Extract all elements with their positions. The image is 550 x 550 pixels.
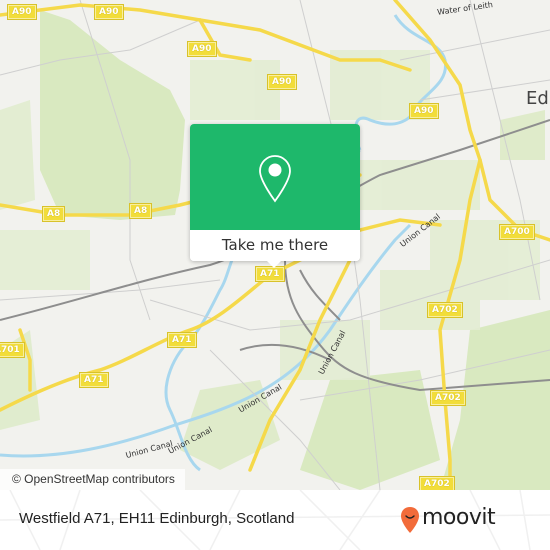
moovit-pin-icon <box>401 507 419 533</box>
road-label-a90: A90 <box>267 74 297 90</box>
footer: Westfield A71, EH11 Edinburgh, Scotland … <box>0 490 550 550</box>
corstorphine-hill-park <box>40 10 185 220</box>
location-popup: Take me there <box>190 124 360 268</box>
popup-tail <box>266 260 282 268</box>
map-pin-icon <box>259 155 291 203</box>
moovit-logo[interactable]: moovit <box>400 504 550 540</box>
popup-header <box>190 124 360 230</box>
place-label-edinburgh: Edi <box>526 88 550 109</box>
road-label-a90: A90 <box>7 4 37 20</box>
address-text: Westfield A71, EH11 Edinburgh, Scotland <box>19 510 295 527</box>
road-label-a702: A702 <box>419 476 455 490</box>
road-label-a702: A702 <box>427 302 463 318</box>
road-label-a700: A700 <box>499 224 535 240</box>
road-label-a8: A8 <box>128 203 153 219</box>
road-label-a90: A90 <box>187 41 217 57</box>
map[interactable]: A90 A90 A90 A90 A90 A8 A8 A71 A71 A71 A7… <box>0 0 550 490</box>
road-label-a71: A71 <box>79 372 109 388</box>
take-me-there-button[interactable]: Take me there <box>190 230 360 261</box>
road-label-a701: A701 <box>0 342 25 358</box>
road-label-a71: A71 <box>167 332 197 348</box>
moovit-wordmark: moovit <box>422 505 496 530</box>
road-label-a90: A90 <box>94 4 124 20</box>
road-label-a702: A702 <box>430 390 466 406</box>
road-label-a8: A8 <box>41 206 66 222</box>
map-attribution[interactable]: © OpenStreetMap contributors <box>0 469 185 490</box>
road-label-a90: A90 <box>409 103 439 119</box>
road-label-a71: A71 <box>255 266 285 282</box>
